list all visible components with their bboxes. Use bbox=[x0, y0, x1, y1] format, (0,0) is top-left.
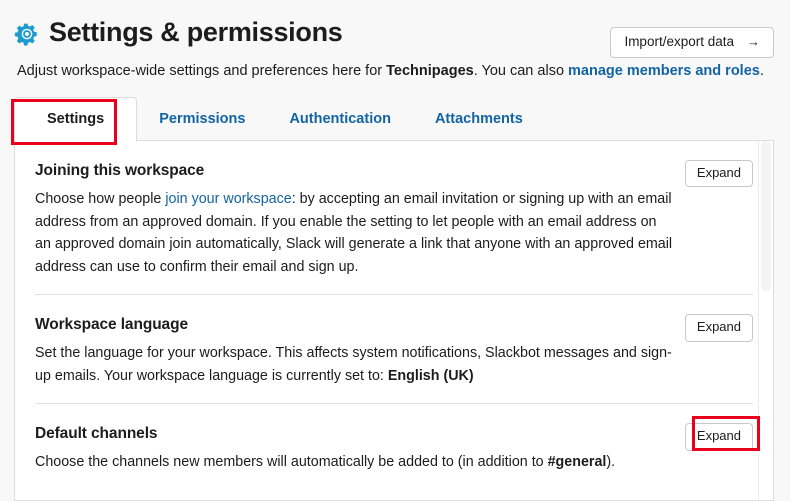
page-subtitle: Adjust workspace-wide settings and prefe… bbox=[17, 61, 774, 81]
section-body-joining: Choose how people join your workspace: b… bbox=[35, 188, 675, 278]
section-title-workspace-language: Workspace language bbox=[35, 316, 188, 334]
subtitle-suffix: . bbox=[759, 62, 764, 79]
section-title-joining: Joining this workspace bbox=[35, 161, 205, 179]
subtitle-prefix: Adjust workspace-wide settings and prefe… bbox=[17, 62, 387, 79]
manage-members-and-roles-link[interactable]: manage members and roles bbox=[568, 63, 760, 79]
settings-list: Joining this workspace Choose how people… bbox=[15, 141, 773, 500]
vertical-scrollbar[interactable] bbox=[758, 140, 773, 500]
workspace-name: Technipages bbox=[386, 62, 474, 79]
join-your-workspace-link[interactable]: join your workspace bbox=[165, 191, 291, 207]
current-language-value: English (UK) bbox=[387, 367, 474, 384]
section-default-channels: Default channels Choose the channels new… bbox=[35, 403, 753, 490]
gear-icon bbox=[14, 23, 37, 46]
import-export-data-button[interactable]: Import/export data → bbox=[610, 27, 774, 58]
section-title-default-channels: Default channels bbox=[35, 425, 158, 443]
subtitle-middle: . You can also bbox=[473, 62, 569, 79]
general-channel-name: #general bbox=[547, 454, 607, 471]
channels-body-suffix: ). bbox=[606, 454, 616, 471]
tab-settings[interactable]: Settings bbox=[14, 96, 138, 142]
arrow-right-icon: → bbox=[747, 34, 760, 50]
settings-panel: Joining this workspace Choose how people… bbox=[14, 140, 774, 501]
tab-authentication[interactable]: Authentication bbox=[267, 97, 413, 141]
language-body-prefix: Set the language for your workspace. Thi… bbox=[35, 345, 672, 384]
tab-bar: Settings Permissions Authentication Atta… bbox=[0, 96, 790, 142]
section-body-workspace-language: Set the language for your workspace. Thi… bbox=[35, 342, 675, 387]
page-header: Settings & permissions Adjust workspace-… bbox=[0, 0, 790, 81]
channels-body-prefix: Choose the channels new members will aut… bbox=[35, 454, 548, 471]
page-title: Settings & permissions bbox=[49, 17, 343, 47]
expand-button-joining[interactable]: Expand bbox=[684, 159, 753, 188]
joining-body-prefix: Choose how people bbox=[35, 190, 166, 207]
expand-button-default-channels[interactable]: Expand bbox=[684, 423, 753, 451]
tab-permissions[interactable]: Permissions bbox=[137, 97, 267, 141]
tab-attachments[interactable]: Attachments bbox=[413, 97, 545, 141]
expand-button-workspace-language[interactable]: Expand bbox=[684, 314, 753, 342]
section-body-default-channels: Choose the channels new members will aut… bbox=[35, 451, 675, 474]
import-export-data-label: Import/export data bbox=[624, 34, 734, 49]
section-joining-this-workspace: Joining this workspace Choose how people… bbox=[35, 141, 753, 294]
section-workspace-language: Workspace language Set the language for … bbox=[35, 294, 753, 403]
scrollbar-thumb[interactable] bbox=[761, 140, 771, 291]
